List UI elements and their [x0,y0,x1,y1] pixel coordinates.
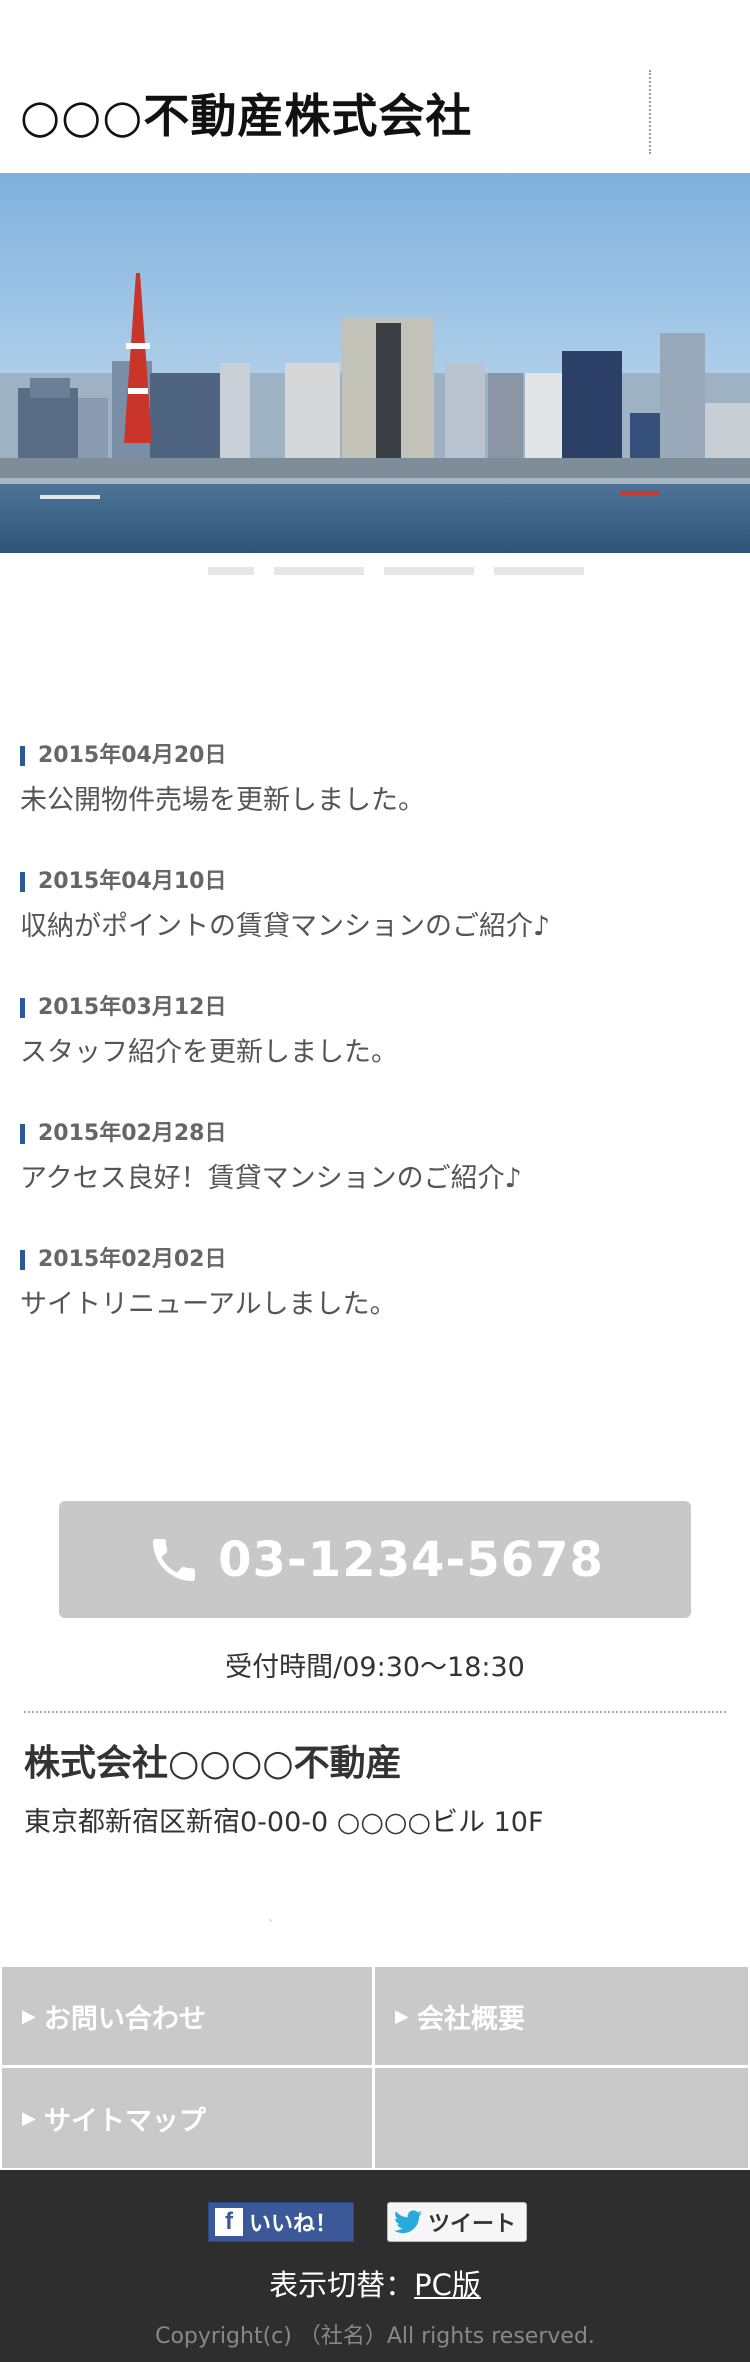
news-item[interactable]: 2015年04月10日 収納がポイントの賃貸マンションのご紹介♪ [20,868,720,944]
triangle-right-icon: ▶ [22,2107,36,2129]
news-title[interactable]: 収納がポイントの賃貸マンションのご紹介♪ [20,910,720,944]
nav-label: お問い合わせ [43,2003,206,2035]
triangle-right-icon: ▶ [395,2005,409,2027]
nav-company[interactable]: ▶ 会社概要 [375,1967,748,2065]
twitter-icon [394,2210,422,2234]
news-date: 2015年04月10日 [20,868,720,896]
news-date: 2015年04月20日 [20,742,720,770]
slider-pagination [0,567,750,575]
phone-icon [153,1538,196,1581]
stray-mark: ` [268,1918,274,1932]
business-hours: 受付時間/09:30〜18:30 [225,1652,525,1683]
slider-dot[interactable] [208,567,254,575]
news-item[interactable]: 2015年02月02日 サイトリニューアルしました。 [20,1246,720,1322]
slider-dot[interactable] [494,567,584,575]
news-title[interactable]: アクセス良好！賃貸マンションのご紹介♪ [20,1162,720,1196]
company-address: 東京都新宿区新宿0-00-0 ○○○○ビル 10F [24,1807,544,1838]
news-title[interactable]: サイトリニューアルしました。 [20,1288,720,1322]
header-divider [649,70,651,154]
site-header: ○○○不動産株式会社 [0,0,750,173]
facebook-like-button[interactable]: f いいね！ [208,2202,354,2242]
footer-nav: ▶ お問い合わせ ▶ 会社概要 ▶ サイトマップ [0,1965,750,2170]
nav-label: 会社概要 [416,2003,525,2035]
display-switch: 表示切替：PC版 [0,2262,750,2304]
nav-contact[interactable]: ▶ お問い合わせ [2,1967,372,2065]
news-item[interactable]: 2015年04月20日 未公開物件売場を更新しました。 [20,742,720,818]
like-label: いいね！ [249,2212,338,2237]
news-date: 2015年02月28日 [20,1120,720,1148]
city-skyline-image [0,173,750,553]
facebook-icon: f [215,2208,243,2236]
tweet-button[interactable]: ツイート [387,2202,527,2242]
news-title[interactable]: 未公開物件売場を更新しました。 [20,784,720,818]
phone-number: 03-1234-5678 [218,1531,604,1588]
news-title[interactable]: スタッフ紹介を更新しました。 [20,1036,720,1070]
news-item[interactable]: 2015年02月28日 アクセス良好！賃貸マンションのご紹介♪ [20,1120,720,1196]
call-button[interactable]: 03-1234-5678 [59,1501,691,1618]
slider-dot[interactable] [384,567,474,575]
nav-label: サイトマップ [43,2105,206,2137]
site-title[interactable]: ○○○不動産株式会社 [20,80,472,146]
hero-slider-image[interactable] [0,173,750,553]
divider [24,1711,726,1713]
copyright: Copyright(c) （社名）All rights reserved. [155,2324,595,2349]
news-item[interactable]: 2015年03月12日 スタッフ紹介を更新しました。 [20,994,720,1070]
triangle-right-icon: ▶ [22,2005,36,2027]
news-date: 2015年02月02日 [20,1246,720,1274]
company-name: 株式会社○○○○不動産 [24,1743,402,1784]
nav-empty [375,2068,748,2168]
slider-dot[interactable] [274,567,364,575]
news-date: 2015年03月12日 [20,994,720,1022]
tweet-label: ツイート [428,2212,517,2237]
pc-version-link[interactable]: PC版 [414,2268,481,2302]
nav-sitemap[interactable]: ▶ サイトマップ [2,2068,372,2168]
switch-label: 表示切替： [269,2268,415,2302]
